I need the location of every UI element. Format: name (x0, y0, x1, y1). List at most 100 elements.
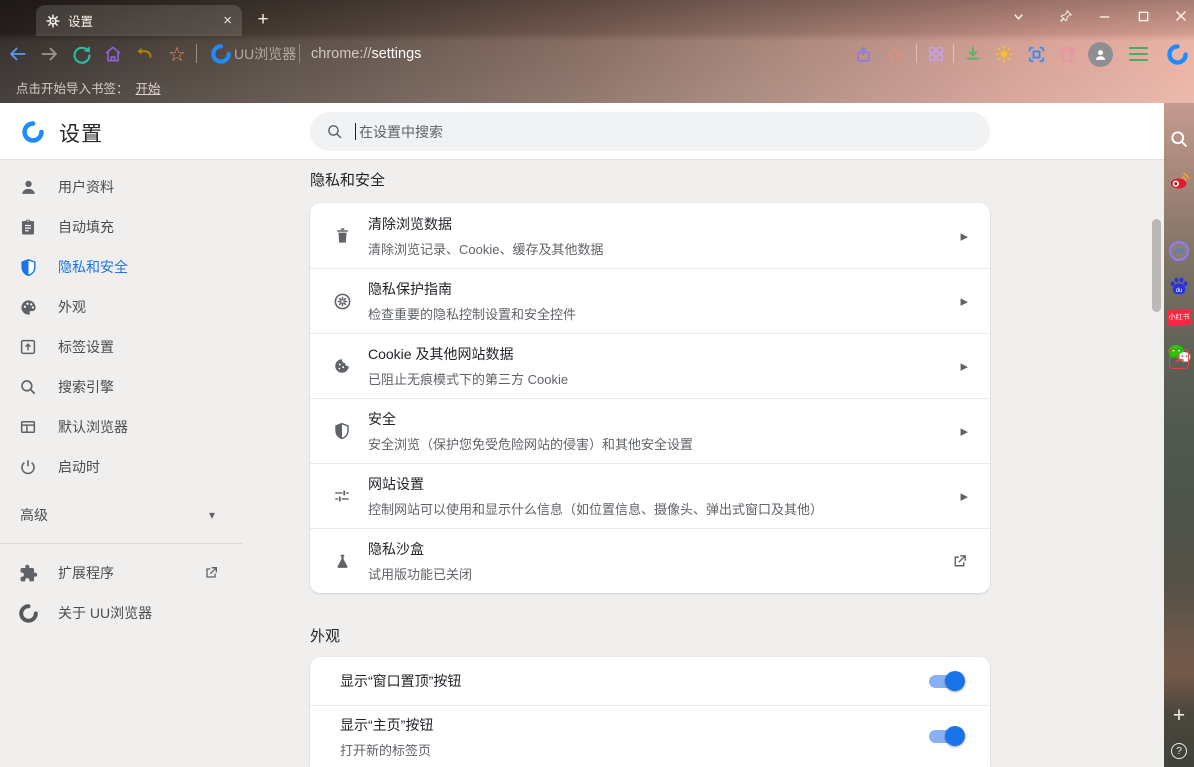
sidebar-item-appearance[interactable]: 外观 (0, 287, 240, 327)
row-title: 隐私保护指南 (368, 279, 576, 299)
sidebar-item-about[interactable]: 关于 UU浏览器 (0, 593, 240, 633)
settings-logo-icon (22, 121, 44, 148)
row-show-topmost-button[interactable]: 显示“窗口置顶”按钮 (310, 657, 990, 705)
sidebar-item-default-browser[interactable]: 默认浏览器 (0, 407, 240, 447)
puzzle-icon (18, 563, 38, 583)
row-security[interactable]: 安全 安全浏览（保护您免受危险网站的侵害）和其他安全设置 ▸ (310, 398, 990, 463)
gear-icon (46, 14, 60, 28)
rail-pdf-icon[interactable] (1164, 349, 1194, 369)
cookie-icon (332, 356, 352, 376)
tab-close-icon[interactable]: × (223, 13, 232, 28)
person-icon (18, 177, 38, 197)
screenshot-icon[interactable] (1022, 36, 1050, 72)
toolbar-divider (196, 44, 197, 63)
row-title: 网站设置 (368, 474, 823, 494)
forward-button[interactable] (35, 36, 63, 72)
xiaohongshu-label: 小红书 (1167, 309, 1191, 325)
window-maximize-button[interactable] (1130, 4, 1156, 28)
row-subtitle: 试用版功能已关闭 (368, 564, 472, 583)
browser-tab-settings[interactable]: 设置 × (36, 5, 242, 36)
row-title: 显示“窗口置顶”按钮 (340, 671, 461, 691)
security-shield-icon (332, 421, 352, 441)
sidebar-item-label: 自动填充 (58, 217, 114, 237)
new-tab-button[interactable]: + (252, 9, 274, 31)
chevron-down-icon: ▾ (209, 508, 215, 522)
row-title: 安全 (368, 409, 693, 429)
search-icon (326, 123, 343, 140)
browser-brand-label: UU浏览器 (234, 36, 296, 72)
reload-button[interactable] (67, 36, 95, 72)
launch-icon (203, 565, 219, 581)
apps-grid-icon[interactable] (922, 36, 950, 72)
window-pin-icon[interactable] (1053, 4, 1079, 28)
sidebar-item-search-engine[interactable]: 搜索引擎 (0, 367, 240, 407)
undo-icon[interactable] (131, 36, 159, 72)
row-cookies[interactable]: Cookie 及其他网站数据 已阻止无痕模式下的第三方 Cookie ▸ (310, 333, 990, 398)
share-icon[interactable] (849, 36, 877, 72)
home-button-toggle[interactable] (929, 730, 962, 743)
sidebar-item-label: 关于 UU浏览器 (58, 603, 152, 623)
row-privacy-sandbox[interactable]: 隐私沙盒 试用版功能已关闭 (310, 528, 990, 593)
sidebar-item-label: 启动时 (58, 457, 100, 477)
profile-avatar[interactable] (1086, 36, 1114, 72)
chevron-right-icon: ▸ (960, 422, 968, 440)
row-subtitle: 打开新的标签页 (340, 740, 433, 759)
theme-shirt-icon[interactable] (1053, 36, 1081, 72)
rail-add-icon[interactable]: + (1164, 704, 1194, 728)
night-mode-sun-icon[interactable] (990, 36, 1018, 72)
address-bar[interactable]: chrome://settings (311, 36, 421, 72)
row-title: 清除浏览数据 (368, 214, 603, 234)
row-subtitle: 清除浏览记录、Cookie、缓存及其他数据 (368, 239, 603, 258)
bookmark-import-start-link[interactable]: 开始 (136, 78, 161, 97)
sidebar-item-extensions[interactable]: 扩展程序 (0, 553, 240, 593)
row-title: Cookie 及其他网站数据 (368, 344, 568, 364)
row-site-settings[interactable]: 网站设置 控制网站可以使用和显示什么信息（如位置信息、摄像头、弹出式窗口及其他）… (310, 463, 990, 528)
side-rail: 小红书 AI du + ? (1164, 103, 1194, 767)
settings-search-input[interactable]: 在设置中搜索 (310, 112, 990, 151)
sidebar-item-startup[interactable]: 启动时 (0, 447, 240, 487)
rail-search-icon[interactable] (1164, 129, 1194, 149)
download-icon[interactable] (959, 36, 987, 72)
topmost-toggle[interactable] (929, 675, 962, 688)
tab-title: 设置 (68, 11, 93, 30)
chevron-right-icon: ▸ (960, 292, 968, 310)
row-clear-browsing-data[interactable]: 清除浏览数据 清除浏览记录、Cookie、缓存及其他数据 ▸ (310, 203, 990, 268)
tab-icon (18, 337, 38, 357)
sidebar-item-privacy[interactable]: 隐私和安全 (0, 247, 240, 287)
sidebar-advanced-toggle[interactable]: 高级 ▾ (0, 495, 240, 535)
launch-icon (951, 553, 968, 570)
rail-baidu-icon[interactable]: du (1164, 275, 1194, 297)
chevron-right-icon: ▸ (960, 487, 968, 505)
sidebar-item-tabs[interactable]: 标签设置 (0, 327, 240, 367)
rail-help-icon[interactable]: ? (1164, 743, 1194, 759)
page-title: 设置 (59, 118, 103, 148)
appearance-card: 显示“窗口置顶”按钮 显示“主页”按钮 打开新的标签页 (310, 657, 990, 767)
rail-weibo-icon[interactable] (1164, 171, 1194, 191)
favorite-star-icon[interactable]: ☆ (881, 36, 909, 72)
help-label: ? (1171, 743, 1187, 759)
url-scheme: chrome:// (311, 46, 371, 62)
uu-menu-logo-icon[interactable] (1163, 36, 1191, 72)
trash-icon (332, 226, 352, 246)
row-subtitle: 已阻止无痕模式下的第三方 Cookie (368, 369, 568, 388)
window-minimize-button[interactable] (1091, 4, 1117, 28)
back-button[interactable] (4, 36, 32, 72)
bookmark-star-icon[interactable]: ☆ (163, 36, 191, 72)
tune-icon (332, 486, 352, 506)
rail-xiaohongshu-icon[interactable]: 小红书 (1164, 309, 1194, 325)
power-icon (18, 457, 38, 477)
url-path: settings (371, 46, 421, 62)
window-chevron-down-icon[interactable] (1005, 4, 1031, 28)
menu-icon[interactable] (1124, 36, 1152, 72)
uu-logo-icon (207, 36, 235, 72)
window-close-button[interactable] (1168, 4, 1194, 28)
row-show-home-button[interactable]: 显示“主页”按钮 打开新的标签页 (310, 705, 990, 767)
toolbar-divider (916, 44, 917, 63)
sidebar-item-profile[interactable]: 用户资料 (0, 167, 240, 207)
rail-ai-icon[interactable]: AI (1164, 241, 1194, 261)
home-button[interactable] (99, 36, 127, 72)
row-privacy-guide[interactable]: 隐私保护指南 检查重要的隐私控制设置和安全控件 ▸ (310, 268, 990, 333)
scrollbar-thumb[interactable] (1152, 219, 1161, 312)
sidebar-item-autofill[interactable]: 自动填充 (0, 207, 240, 247)
browser-chrome: 设置 × + (0, 0, 1194, 103)
